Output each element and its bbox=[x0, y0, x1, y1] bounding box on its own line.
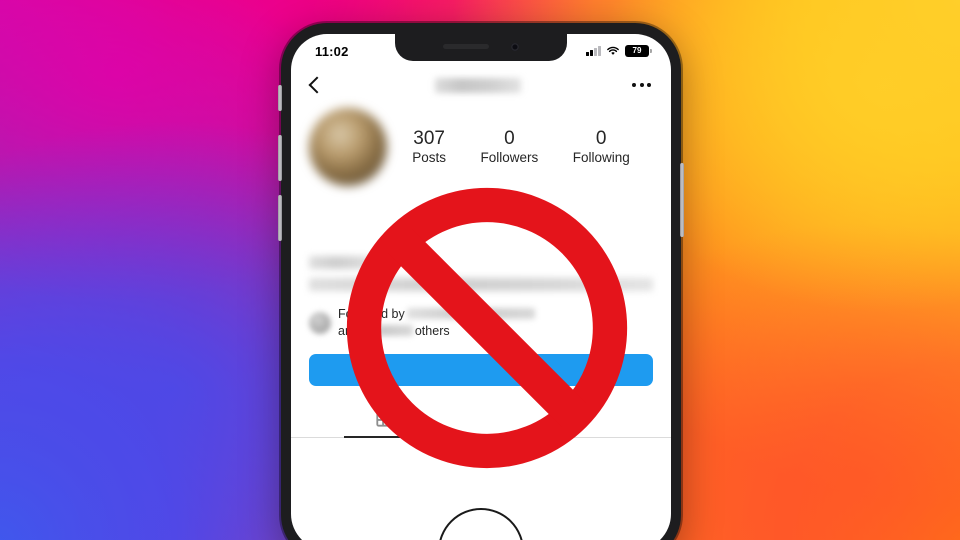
profile-nav-bar bbox=[291, 64, 671, 106]
mutual-follower-avatar bbox=[309, 311, 331, 334]
volume-up-button[interactable] bbox=[278, 135, 282, 181]
battery-icon: 79 bbox=[625, 45, 652, 57]
profile-avatar[interactable] bbox=[309, 108, 387, 186]
prohibition-sign-icon bbox=[344, 185, 630, 471]
home-circle-icon[interactable] bbox=[438, 508, 524, 540]
signal-bars-icon bbox=[586, 46, 601, 56]
stat-following[interactable]: 0 Following bbox=[573, 127, 630, 168]
profile-username-blurred bbox=[434, 77, 521, 93]
stat-posts-value: 307 bbox=[413, 127, 445, 149]
front-camera-icon bbox=[511, 42, 519, 51]
status-bar-time: 11:02 bbox=[315, 43, 349, 59]
stat-followers-value: 0 bbox=[504, 127, 515, 149]
device-notch bbox=[395, 34, 567, 61]
back-chevron-icon[interactable] bbox=[308, 76, 326, 94]
stat-posts-label: Posts bbox=[412, 150, 446, 166]
stat-followers-label: Followers bbox=[480, 150, 539, 166]
earpiece-speaker-icon bbox=[443, 44, 489, 49]
power-button[interactable] bbox=[680, 163, 684, 237]
status-bar-indicators: 79 bbox=[586, 45, 652, 57]
stat-followers[interactable]: 0 Followers bbox=[480, 127, 538, 168]
stat-posts[interactable]: 307 Posts bbox=[412, 127, 446, 168]
battery-level: 79 bbox=[632, 46, 642, 55]
more-options-icon[interactable] bbox=[632, 83, 651, 87]
silence-switch[interactable] bbox=[278, 85, 282, 111]
stat-following-value: 0 bbox=[595, 127, 607, 149]
profile-header: 307 Posts 0 Followers 0 Following bbox=[291, 108, 671, 186]
screenshot-stage: 11:02 79 307 Posts 0 Followers 0 Followi… bbox=[0, 0, 960, 540]
stat-following-label: Following bbox=[572, 150, 630, 166]
volume-down-button[interactable] bbox=[278, 195, 282, 241]
profile-stats: 307 Posts 0 Followers 0 Following bbox=[395, 127, 653, 168]
wifi-icon bbox=[606, 46, 620, 56]
